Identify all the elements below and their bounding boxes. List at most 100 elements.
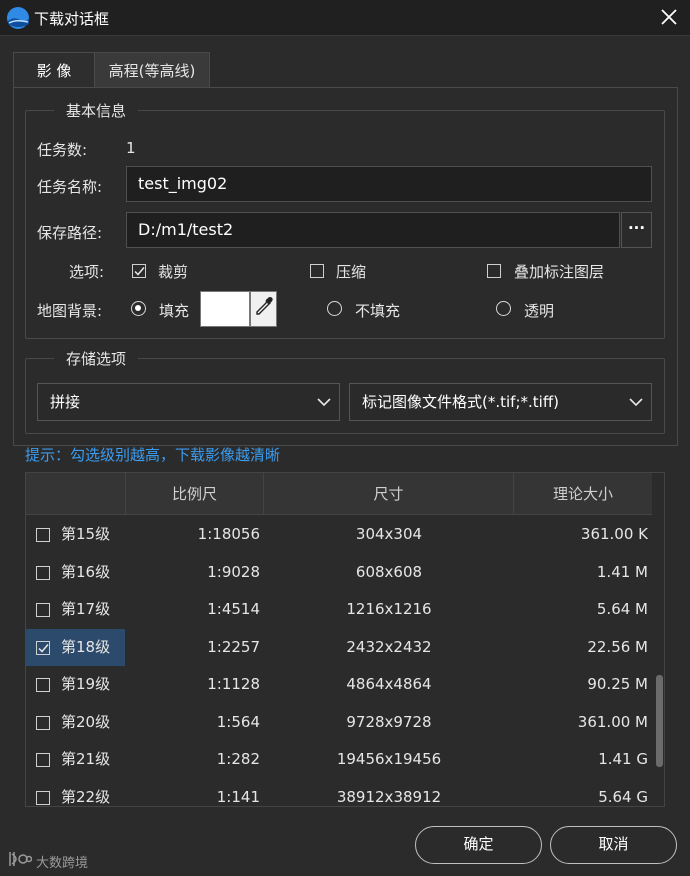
header-level	[26, 473, 126, 515]
app-logo-icon	[7, 7, 29, 29]
task-count-label: 任务数:	[37, 141, 88, 159]
cancel-button[interactable]: 取消	[550, 826, 677, 864]
estimated-size-cell: 5.64 M	[596, 600, 648, 618]
scale-cell: 1:1128	[207, 675, 260, 693]
level-label: 第22级	[61, 787, 111, 806]
mosaic-mode-value: 拼接	[50, 393, 81, 411]
table-row[interactable]: 第16级 1:9028 608x608 1.41 M	[26, 554, 652, 592]
size-cell: 9728x9728	[346, 712, 432, 731]
scale-cell: 1:4514	[207, 600, 260, 618]
watermark-text: 大数跨境	[36, 856, 89, 871]
scale-cell: 1:9028	[207, 562, 260, 581]
estimated-size-cell: 90.25 M	[587, 675, 648, 693]
mosaic-mode-select[interactable]: 拼接	[37, 383, 340, 421]
size-cell: 19456x19456	[336, 750, 442, 768]
level-cell[interactable]: 第18级	[26, 628, 125, 666]
level-hint: 提示：勾选级别越高，下载影像越清晰	[25, 446, 281, 464]
level-cell[interactable]: 第19级	[26, 666, 125, 704]
save-path-input[interactable]: D:/m1/test2	[126, 212, 620, 248]
level-label: 第21级	[61, 750, 111, 768]
scale-cell: 1:564	[216, 712, 260, 731]
storage-options-title: 存储选项	[54, 348, 139, 369]
overlay-labels-label: 叠加标注图层	[514, 263, 605, 281]
transparent-label: 透明	[524, 302, 555, 320]
checkmark-icon	[134, 267, 145, 276]
estimated-size-cell: 1.41 G	[598, 750, 648, 768]
level-label: 第16级	[61, 562, 111, 581]
level-cell[interactable]: 第17级	[26, 591, 125, 629]
level-table: 比例尺 尺寸 理论大小 第15级 1:18056 304x304 361.00 K 第1…	[25, 472, 665, 807]
crop-checkbox[interactable]	[132, 264, 146, 278]
estimated-size-cell: 5.64 G	[598, 787, 648, 806]
basic-info-title: 基本信息	[54, 100, 139, 121]
level-checkbox[interactable]	[36, 603, 50, 617]
level-cell[interactable]: 第16级	[26, 554, 125, 592]
table-row[interactable]: 第22级 1:141 38912x38912 5.64 G	[26, 779, 652, 807]
eyedropper-button[interactable]	[250, 291, 277, 327]
watermark: 大数跨境	[8, 850, 88, 872]
file-format-value: 标记图像文件格式(*.tif;*.tiff)	[362, 393, 560, 411]
title-bar: 下载对话框	[0, 0, 690, 36]
compress-checkbox[interactable]	[310, 264, 324, 278]
size-cell: 1216x1216	[346, 600, 432, 618]
level-checkbox[interactable]	[36, 715, 50, 730]
size-cell: 4864x4864	[346, 675, 432, 693]
eyedropper-icon	[256, 296, 273, 315]
tab-imagery[interactable]: 影 像	[13, 52, 95, 88]
table-row[interactable]: 第19级 1:1128 4864x4864 90.25 M	[26, 666, 652, 704]
estimated-size-cell: 361.00 M	[577, 712, 648, 731]
size-cell: 38912x38912	[336, 787, 442, 806]
task-count-value: 1	[126, 139, 136, 157]
level-checkbox[interactable]	[36, 528, 50, 542]
level-label: 第18级	[61, 637, 111, 656]
level-label: 第17级	[61, 600, 111, 618]
level-cell[interactable]: 第22级	[26, 779, 125, 807]
level-cell[interactable]: 第15级	[26, 516, 125, 554]
level-checkbox[interactable]	[36, 678, 50, 692]
level-checkbox[interactable]	[36, 640, 50, 655]
level-cell[interactable]: 第20级	[26, 704, 125, 742]
level-cell[interactable]: 第21级	[26, 741, 125, 779]
header-estimated-size: 理论大小	[552, 485, 613, 503]
level-label: 第15级	[61, 525, 111, 543]
task-name-input[interactable]: test_img02	[126, 166, 652, 202]
level-label: 第20级	[61, 712, 111, 731]
no-fill-radio[interactable]	[327, 301, 342, 316]
ok-button[interactable]: 确定	[415, 826, 542, 864]
tab-elevation[interactable]: 高程(等高线)	[95, 52, 210, 88]
overlay-labels-checkbox[interactable]	[487, 264, 501, 278]
fill-radio[interactable]	[131, 301, 146, 316]
fill-label: 填充	[159, 302, 190, 320]
watermark-logo-icon	[9, 852, 33, 866]
no-fill-label: 不填充	[355, 302, 401, 320]
scale-cell: 1:18056	[197, 525, 260, 543]
scrollbar-thumb[interactable]	[656, 675, 663, 767]
table-row[interactable]: 第20级 1:564 9728x9728 361.00 M	[26, 704, 652, 742]
table-row[interactable]: 第21级 1:282 19456x19456 1.41 G	[26, 741, 652, 779]
scale-cell: 1:2257	[207, 637, 260, 656]
file-format-select[interactable]: 标记图像文件格式(*.tif;*.tiff)	[349, 383, 652, 421]
header-size: 尺寸	[264, 473, 514, 515]
checkmark-icon	[38, 643, 49, 653]
table-row[interactable]: 第18级 1:2257 2432x2432 22.56 M	[26, 628, 652, 666]
level-checkbox[interactable]	[36, 790, 50, 805]
size-cell: 2432x2432	[346, 637, 432, 656]
table-row[interactable]: 第17级 1:4514 1216x1216 5.64 M	[26, 591, 652, 629]
transparent-radio[interactable]	[496, 301, 511, 316]
map-background-label: 地图背景:	[37, 302, 103, 320]
window-title: 下载对话框	[34, 10, 110, 28]
level-checkbox[interactable]	[36, 565, 50, 580]
level-label: 第19级	[61, 675, 111, 693]
chevron-down-icon	[317, 398, 331, 407]
compress-label: 压缩	[336, 263, 367, 281]
browse-button[interactable]: ···	[621, 212, 652, 248]
close-icon[interactable]	[658, 6, 680, 28]
scale-cell: 1:141	[216, 787, 260, 806]
table-row[interactable]: 第15级 1:18056 304x304 361.00 K	[26, 516, 652, 554]
header-scale: 比例尺	[126, 473, 264, 515]
level-checkbox[interactable]	[36, 753, 50, 767]
estimated-size-cell: 1.41 M	[596, 562, 648, 581]
table-scrollbar[interactable]	[653, 515, 664, 806]
fill-color-swatch[interactable]	[200, 291, 250, 327]
chevron-down-icon	[629, 398, 643, 407]
